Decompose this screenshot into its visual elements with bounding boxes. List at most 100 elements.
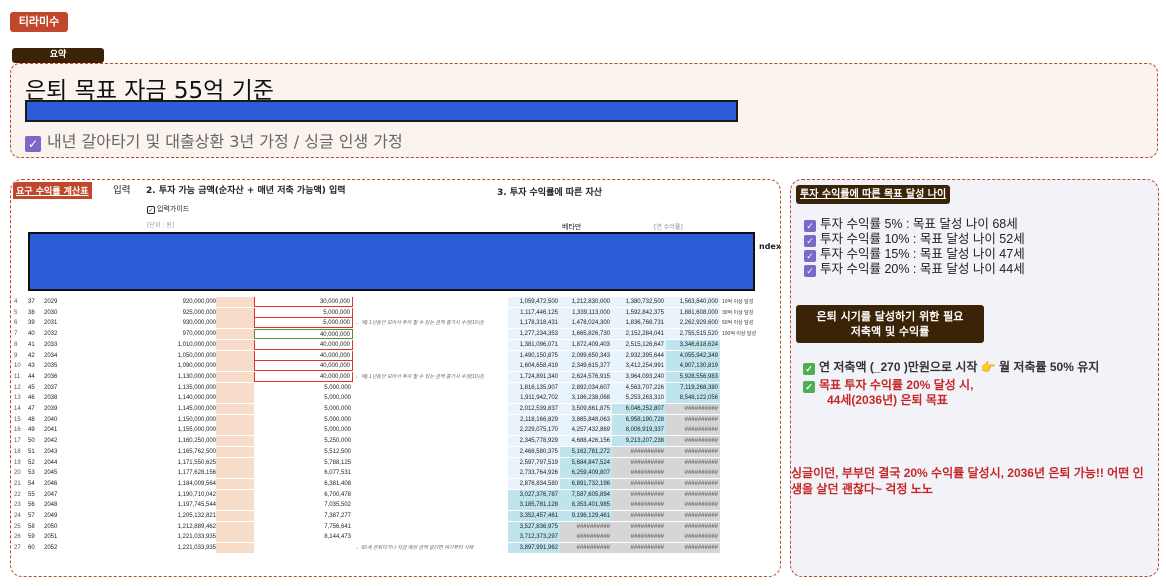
input-cell bbox=[216, 329, 254, 340]
checkbox-icon: ✓ bbox=[804, 265, 816, 277]
asset-cell: 1,171,550,625 bbox=[177, 459, 216, 466]
return15-cell: ########## bbox=[612, 521, 666, 532]
table-row: 25 58 2050 1,212,889,462 7,756,641 3,527,836,… bbox=[11, 521, 780, 532]
green-check-icon: ✓ bbox=[803, 363, 815, 375]
return20-cell: ########## bbox=[666, 478, 720, 489]
year-cell: 2032 bbox=[44, 331, 58, 338]
savings-cell: 8,144,473 bbox=[324, 534, 351, 541]
return20-cell: ########## bbox=[666, 468, 720, 479]
goal-age-badge: 투자 수익률에 따른 목표 달성 나이 bbox=[796, 185, 951, 204]
row-index: 4 bbox=[14, 299, 18, 305]
savings-cell: 40,000,000 bbox=[254, 350, 353, 361]
legend-cell: 50억 이상 달성 bbox=[722, 320, 754, 327]
calc-screenshot: 요구 수익률 계산표 입력 2. 투자 가능 금액(순자산 + 매년 저축 가능… bbox=[10, 179, 781, 577]
input-cell bbox=[216, 382, 254, 393]
final-conclusion: 싱글이던, 부부던 결국 20% 수익률 달성시, 2036년 은퇴 가능!! … bbox=[791, 466, 1144, 496]
beta-label: 베타만 bbox=[562, 223, 582, 231]
age-cell: 51 bbox=[28, 448, 35, 455]
input-cell bbox=[216, 318, 254, 329]
year-cell: 2040 bbox=[44, 416, 58, 423]
age-cell: 58 bbox=[28, 523, 35, 530]
return10-cell: 9,196,129,461 bbox=[560, 511, 612, 521]
return20-cell: ########## bbox=[666, 404, 720, 414]
return15-cell: 2,515,126,647 bbox=[612, 339, 666, 350]
return15-cell: 3,412,254,991 bbox=[612, 361, 666, 372]
table-row: 8 41 2033 1,010,000,000 40,000,000 1,381,096,… bbox=[11, 339, 780, 350]
savings-cell: 5,000,000 bbox=[254, 307, 353, 318]
input-cell bbox=[216, 511, 254, 521]
table-row: 14 47 2039 1,145,000,000 5,000,000 2,012,539,… bbox=[11, 404, 780, 414]
table-row: 17 50 2042 1,160,250,000 5,250,000 2,345,778,… bbox=[11, 436, 780, 447]
asset-cell: 1,135,000,000 bbox=[177, 384, 216, 391]
age-cell: 53 bbox=[28, 470, 35, 477]
index-header: ndex bbox=[759, 242, 781, 251]
return5-cell: 2,345,778,929 bbox=[508, 436, 560, 447]
return10-cell: 4,688,426,156 bbox=[560, 436, 612, 447]
age-cell: 54 bbox=[28, 480, 35, 487]
return10-cell: 1,478,024,300 bbox=[560, 318, 612, 329]
input-cell bbox=[216, 468, 254, 479]
age-cell: 42 bbox=[28, 352, 35, 359]
age-cell: 38 bbox=[28, 309, 35, 316]
row-index: 26 bbox=[14, 534, 21, 541]
needs-badge-line: 저축액 및 수익률 bbox=[850, 325, 930, 338]
row-index: 10 bbox=[14, 363, 21, 370]
input-cell bbox=[216, 446, 254, 457]
age-cell: 43 bbox=[28, 363, 35, 370]
return10-cell: 8,353,401,985 bbox=[560, 500, 612, 511]
asset-cell: 1,130,000,000 bbox=[177, 373, 216, 380]
row-index: 7 bbox=[14, 331, 18, 338]
return5-cell: 2,876,834,580 bbox=[508, 478, 560, 489]
asset-cell: 1,010,000,000 bbox=[177, 341, 216, 348]
year-cell: 2039 bbox=[44, 406, 58, 412]
table-row: 12 45 2037 1,135,000,000 5,000,000 1,816,135,… bbox=[11, 382, 780, 393]
asset-cell: 925,000,000 bbox=[182, 309, 216, 316]
need-text: 목표 투자 수익률 20% 달성 시, bbox=[819, 378, 974, 392]
input-cell bbox=[216, 425, 254, 436]
age-cell: 37 bbox=[28, 299, 35, 305]
return10-cell: ########## bbox=[560, 521, 612, 532]
table-row: 27 60 2052 1,221,033,935 ← 60세 은퇴이거나 자금 예정 금… bbox=[11, 543, 780, 554]
annual-rate-label: [연 수익률] bbox=[654, 224, 683, 231]
return5-cell: 1,178,318,431 bbox=[508, 318, 560, 329]
return10-cell: 5,162,781,272 bbox=[560, 446, 612, 457]
age-cell: 47 bbox=[28, 406, 35, 412]
savings-cell: 6,077,531 bbox=[324, 470, 351, 477]
goal-item: ✓ 투자 수익률 15% : 목표 달성 나이 47세 bbox=[804, 247, 1025, 262]
year-cell: 2031 bbox=[44, 320, 58, 327]
return10-cell: ########## bbox=[560, 543, 612, 554]
return10-cell: ########## bbox=[560, 532, 612, 543]
year-cell: 2029 bbox=[44, 299, 58, 305]
return20-cell: ########## bbox=[666, 446, 720, 457]
return20-cell: 1,563,840,000 bbox=[666, 297, 720, 307]
return15-cell: ########## bbox=[612, 468, 666, 479]
year-cell: 2044 bbox=[44, 459, 58, 466]
return5-cell: 1,724,891,340 bbox=[508, 371, 560, 382]
return5-cell: 3,027,376,787 bbox=[508, 489, 560, 500]
table-row: 6 39 2031 930,000,000 5,000,000 ← 예) 1년동안 모아서… bbox=[11, 318, 780, 329]
goal-item: ✓ 투자 수익률 10% : 목표 달성 나이 52세 bbox=[804, 232, 1025, 247]
author-tag: 티라미수 bbox=[10, 12, 68, 32]
asset-cell: 970,000,000 bbox=[182, 331, 216, 338]
asset-cell: 1,184,009,564 bbox=[177, 480, 216, 487]
table-row: 10 43 2035 1,090,000,000 40,000,000 1,604,658… bbox=[11, 361, 780, 372]
row-index: 17 bbox=[14, 438, 21, 445]
table-row: 23 56 2048 1,197,745,544 7,035,502 3,185,781,… bbox=[11, 500, 780, 511]
section3-title: 3. 투자 수익률에 따른 자산 bbox=[497, 188, 603, 198]
return20-cell: 1,881,608,000 bbox=[666, 307, 720, 318]
age-cell: 39 bbox=[28, 320, 35, 327]
row-index: 21 bbox=[14, 480, 21, 487]
need-item: ✓ 연 저축액 (_270 )만원으로 시작 👉 월 저축률 50% 유지 bbox=[803, 360, 1099, 375]
return5-cell: 3,527,836,975 bbox=[508, 521, 560, 532]
return20-cell: 4,907,130,819 bbox=[666, 361, 720, 372]
savings-cell: 5,788,125 bbox=[324, 459, 351, 466]
asset-cell: 1,150,000,000 bbox=[177, 416, 216, 423]
summary-note: ✓ 내년 갈아타기 및 대출상환 3년 가정 / 싱글 인생 가정 bbox=[25, 128, 403, 152]
return20-cell: ########## bbox=[666, 532, 720, 543]
return20-cell: ########## bbox=[666, 436, 720, 447]
checkbox-icon: ✓ bbox=[25, 136, 41, 152]
year-cell: 2048 bbox=[44, 502, 58, 509]
age-cell: 57 bbox=[28, 513, 35, 519]
return20-cell: ########## bbox=[666, 521, 720, 532]
input-cell bbox=[216, 350, 254, 361]
